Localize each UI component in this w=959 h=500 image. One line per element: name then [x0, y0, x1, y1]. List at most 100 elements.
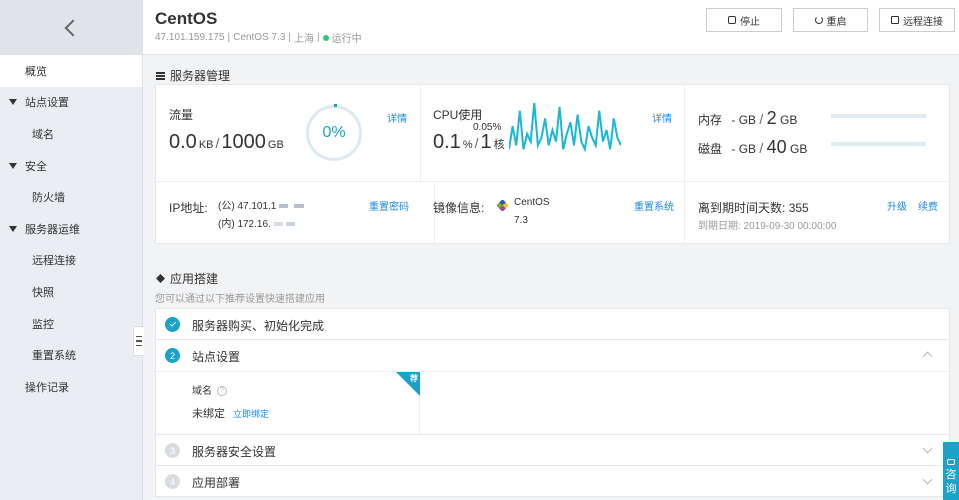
stop-button[interactable]: 停止 — [706, 8, 782, 32]
memory-total-unit: GB — [779, 113, 798, 127]
step-4[interactable]: 4 应用部署 — [155, 465, 950, 497]
page-title: CentOS — [155, 9, 218, 28]
sidebar-group-security[interactable]: 安全 — [0, 150, 142, 182]
step-title: 服务器购买、初始化完成 — [192, 319, 325, 333]
step-1[interactable]: 服务器购买、初始化完成 — [155, 308, 950, 340]
domain-status: 未绑定 立即绑定 — [192, 405, 269, 421]
sidebar-item-overview[interactable]: 概览 — [0, 55, 142, 87]
divider — [420, 85, 421, 182]
menu-line-icon — [136, 344, 142, 347]
sidebar-item-reset[interactable]: 重置系统 — [0, 339, 142, 371]
cpu-sparkline-path — [509, 102, 621, 153]
cpu-label: CPU使用 — [433, 108, 483, 122]
sidebar: 概览 站点设置 域名 安全 防火墙 服务器运维 远程连接 快照 监控 重置系统 … — [0, 0, 143, 500]
step-2: 2 站点设置 荐 域名? 未绑定 立即绑定 — [155, 339, 950, 435]
sidebar-group-ops[interactable]: 服务器运维 — [0, 213, 142, 245]
help-icon[interactable]: ? — [217, 386, 227, 397]
image-name: CentOS — [514, 197, 550, 208]
redacted-mask — [273, 222, 283, 227]
image-version: 7.3 — [514, 215, 528, 226]
gauge-tick — [334, 104, 337, 107]
separator: | — [317, 32, 320, 43]
traffic-used-unit: KB — [198, 139, 214, 151]
redacted-mask — [294, 204, 305, 209]
instance-ip: 47.101.159.175 — [155, 32, 225, 43]
sidebar-group-site-settings[interactable]: 站点设置 — [0, 87, 142, 119]
disk-total-unit: GB — [790, 142, 808, 156]
step-title: 站点设置 — [192, 350, 241, 364]
status-dot — [322, 34, 329, 41]
traffic-total: 1000 — [221, 131, 266, 153]
slash: / — [474, 135, 479, 151]
private-ip-text: (内) 172.16. — [218, 219, 271, 230]
chevron-down-icon — [922, 443, 933, 454]
chevron-up-icon — [922, 351, 933, 362]
upgrade-link[interactable]: 升级 — [887, 198, 907, 213]
consult-button[interactable]: 咨 询 — [943, 442, 959, 500]
ip-label: IP地址: — [169, 201, 208, 215]
traffic-value: 0.0 KB/1000 GB — [169, 131, 284, 154]
domain-label-text: 域名 — [192, 386, 212, 397]
sidebar-item-remote[interactable]: 远程连接 — [0, 245, 142, 277]
sidebar-item-firewall[interactable]: 防火墙 — [0, 181, 142, 213]
consult-text: 咨 — [945, 469, 957, 481]
redacted-mask — [285, 222, 295, 227]
step-3[interactable]: 3 服务器安全设置 — [155, 434, 950, 466]
disk-total: 40 — [766, 137, 787, 157]
public-ip-text: (公) 47.101.1 — [218, 201, 277, 212]
recommend-text: 荐 — [410, 374, 418, 383]
traffic-used: 0.0 — [169, 131, 197, 153]
caret-down-icon — [9, 99, 17, 106]
restart-button[interactable]: 重启 — [793, 8, 868, 32]
step-number: 2 — [165, 348, 180, 363]
sidebar-item-snapshot[interactable]: 快照 — [0, 276, 142, 308]
menu-line-icon — [136, 335, 142, 338]
chat-icon — [947, 459, 955, 465]
sidebar-item-monitor[interactable]: 监控 — [0, 308, 142, 340]
disk-label: 磁盘 — [698, 142, 723, 156]
instance-os: CentOS 7.3 — [233, 32, 286, 43]
public-ip: (公) 47.101.1 — [218, 197, 305, 212]
traffic-percent: 0% — [322, 124, 346, 141]
traffic-gauge: 0% — [306, 104, 362, 161]
status-badge: 运行中 — [331, 34, 362, 45]
traffic-detail-link[interactable]: 详情 — [387, 110, 407, 125]
step-title: 服务器安全设置 — [192, 445, 277, 459]
cpu-sparkline — [509, 102, 621, 153]
sidebar-collapse-toggle[interactable] — [133, 326, 144, 356]
remote-connect-button[interactable]: 远程连接 — [879, 8, 955, 32]
reset-password-link[interactable]: 重置密码 — [369, 198, 409, 213]
divider — [684, 182, 685, 245]
memory-used: - — [731, 113, 736, 127]
cpu-detail-link[interactable]: 详情 — [652, 110, 672, 125]
memory-label: 内存 — [698, 113, 723, 127]
back-button[interactable] — [0, 0, 142, 55]
divider — [156, 181, 951, 182]
caret-down-icon — [9, 162, 17, 169]
separator: | — [227, 32, 231, 43]
slash: / — [759, 111, 764, 127]
bind-domain-link[interactable]: 立即绑定 — [233, 409, 269, 419]
renew-link[interactable]: 续费 — [918, 198, 938, 213]
image-label: 镜像信息: — [433, 201, 485, 215]
memory-total: 2 — [766, 108, 777, 128]
redacted-mask — [279, 204, 289, 209]
traffic-label: 流量 — [169, 108, 194, 122]
power-icon — [814, 16, 823, 24]
memory-bar — [831, 114, 926, 118]
apps-section-desc: 您可以通过以下推荐设置快速搭建应用 — [155, 294, 325, 305]
monitor-icon — [891, 16, 899, 24]
expire-row: 离到期时间天数: 355 — [698, 199, 809, 216]
check-icon — [165, 317, 180, 332]
sidebar-item-logs[interactable]: 操作记录 — [0, 371, 142, 403]
memory-used-unit: GB — [738, 113, 757, 127]
server-section-title: 服务器管理 — [156, 67, 230, 84]
sidebar-item-domain[interactable]: 域名 — [0, 118, 142, 150]
reset-system-link[interactable]: 重置系统 — [634, 198, 674, 213]
page-header: CentOS 47.101.159.175 | CentOS 7.3 | 上海 | 运… — [143, 0, 959, 55]
menu-line-icon — [136, 340, 142, 342]
instance-info: 47.101.159.175 | CentOS 7.3 | 上海 | 运行中 — [155, 30, 362, 45]
caret-down-icon — [9, 225, 17, 232]
domain-value: 未绑定 — [192, 408, 225, 420]
step-2-header[interactable]: 2 站点设置 — [156, 340, 949, 372]
